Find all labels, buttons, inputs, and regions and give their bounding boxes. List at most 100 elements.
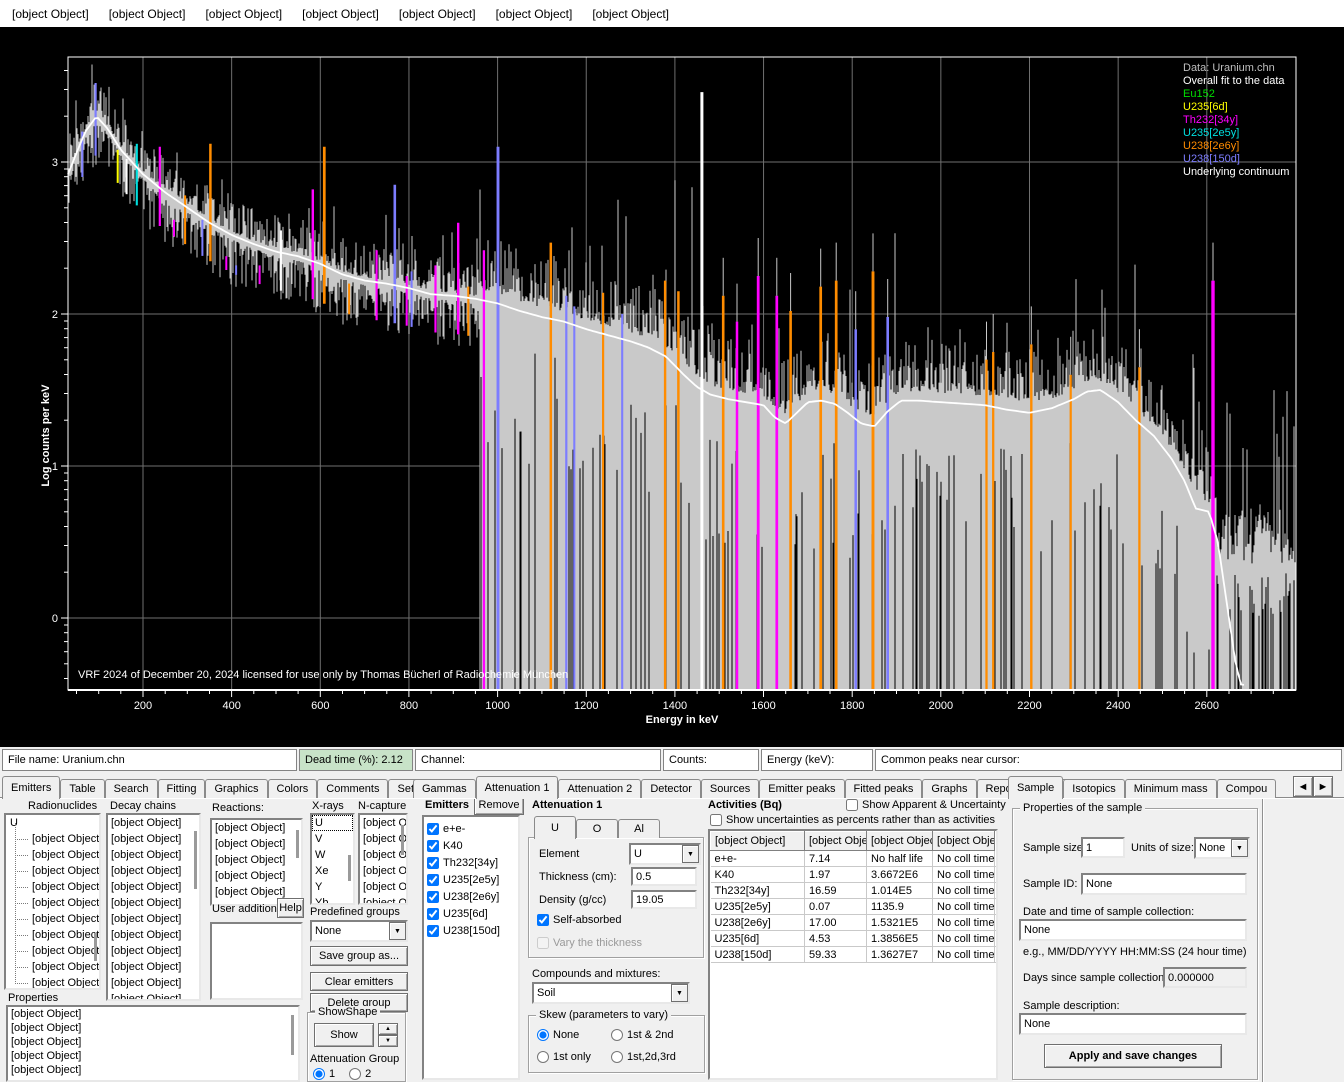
reactions-list[interactable]: [object Object][object Object][object Ob… — [210, 818, 303, 906]
show-apparent-checkbox[interactable]: Show Apparent & Uncertainty — [846, 799, 1006, 811]
tab[interactable]: Search — [105, 779, 158, 798]
column-header[interactable]: [object Object] — [711, 832, 805, 851]
list-item[interactable]: Yb — [312, 895, 353, 905]
scrollbar-thumb[interactable] — [194, 831, 197, 889]
ncapture-list[interactable]: [object Object][object Object][object Ob… — [358, 813, 408, 905]
tab[interactable]: Compou — [1217, 779, 1277, 798]
thickness-input[interactable] — [631, 867, 697, 886]
apply-save-button[interactable]: Apply and save changes — [1044, 1044, 1222, 1068]
scrollbar-thumb[interactable] — [401, 825, 404, 855]
spin-up-button[interactable]: ▲ — [378, 1023, 398, 1035]
emitter-checkbox-item[interactable]: U235[2e5y] — [424, 871, 518, 888]
menu-item[interactable]: [object Object] — [389, 2, 486, 26]
tab[interactable]: Detector — [641, 779, 701, 798]
help-button[interactable]: Help — [277, 898, 304, 918]
list-item[interactable]: [object Object] — [212, 836, 301, 852]
list-item[interactable]: W — [312, 847, 353, 863]
checkbox-icon[interactable] — [427, 891, 439, 903]
compounds-select[interactable]: Soil ▼ — [532, 982, 690, 1004]
emitter-checkbox-item[interactable]: K40 — [424, 837, 518, 854]
menu-item[interactable]: [object Object] — [2, 2, 99, 26]
collection-date-input[interactable] — [1019, 919, 1247, 941]
table-row[interactable]: U235[6d] 4.53 1.3856E5 No coll time — [711, 931, 997, 947]
radio-icon[interactable] — [349, 1068, 361, 1080]
menu-item[interactable]: [object Object] — [292, 2, 389, 26]
tab[interactable]: U — [534, 816, 576, 839]
tab[interactable]: Table — [60, 779, 104, 798]
menu-item[interactable]: [object Object] — [486, 2, 583, 26]
menu-item[interactable]: [object Object] — [99, 2, 196, 26]
checkbox-icon[interactable] — [710, 814, 722, 826]
list-item[interactable]: [object Object] — [108, 847, 199, 863]
clear-emitters-button[interactable]: Clear emitters — [310, 972, 408, 991]
radio-icon[interactable] — [313, 1068, 325, 1080]
tab[interactable]: Comments — [317, 779, 388, 798]
list-item[interactable]: Xe — [312, 863, 353, 879]
table-row[interactable]: e+e- 7.14 No half life No coll time — [711, 851, 997, 867]
emitter-checkbox-item[interactable]: e+e- — [424, 820, 518, 837]
column-header[interactable]: [object Object] — [867, 832, 933, 851]
list-item[interactable]: [object Object] — [108, 815, 199, 831]
list-item[interactable]: [object Object] — [108, 863, 199, 879]
tab[interactable]: Sources — [701, 779, 759, 798]
skew-radio[interactable]: None — [537, 1029, 579, 1041]
user-additions-list[interactable] — [210, 922, 303, 1000]
checkbox-icon[interactable] — [427, 874, 439, 886]
chevron-down-icon[interactable]: ▼ — [389, 922, 406, 940]
tab[interactable]: Graphs — [922, 779, 976, 798]
list-item[interactable]: [object Object] — [360, 847, 406, 863]
radio-icon[interactable] — [611, 1051, 623, 1063]
checkbox-icon[interactable] — [846, 799, 858, 811]
tab-scroll-right-button[interactable]: ► — [1313, 776, 1333, 797]
element-select[interactable]: U ▼ — [629, 843, 701, 865]
column-header[interactable]: [object Object] — [933, 832, 995, 851]
checkbox-icon[interactable] — [427, 857, 439, 869]
sample-size-input[interactable] — [1081, 837, 1125, 858]
tab[interactable]: Isotopics — [1063, 779, 1124, 798]
list-item[interactable]: [object Object] — [108, 975, 199, 991]
tree-item[interactable]: [object Object] — [6, 975, 99, 990]
radio-icon[interactable] — [537, 1051, 549, 1063]
table-row[interactable]: Th232[34y] 16.59 1.014E5 No coll time — [711, 883, 997, 899]
tab[interactable]: Fitting — [158, 779, 206, 798]
skew-radio[interactable]: 1st,2d,3rd — [611, 1051, 676, 1063]
activities-table-box[interactable]: [object Object][object Object][object Ob… — [708, 829, 998, 1080]
tab[interactable]: Attenuation 2 — [558, 779, 641, 798]
emitter-checkbox-item[interactable]: Th232[34y] — [424, 854, 518, 871]
list-item[interactable]: [object Object] — [108, 927, 199, 943]
tab[interactable]: Emitter peaks — [759, 779, 844, 798]
list-item[interactable]: U — [312, 815, 353, 831]
density-input[interactable] — [631, 890, 697, 909]
scrollbar-thumb[interactable] — [348, 855, 351, 881]
emitter-checkbox-item[interactable]: U238[150d] — [424, 922, 518, 939]
menu-item[interactable]: [object Object] — [582, 2, 679, 26]
tab[interactable]: Graphics — [205, 779, 267, 798]
xrays-list[interactable]: UVWXeYYb — [310, 813, 355, 905]
list-item[interactable]: [object Object] — [108, 959, 199, 975]
sample-id-input[interactable] — [1081, 873, 1247, 895]
sample-description-input[interactable] — [1019, 1013, 1247, 1035]
spin-down-button[interactable]: ▼ — [378, 1035, 398, 1047]
table-row[interactable]: U238[2e6y] 17.00 1.5321E5 No coll time — [711, 915, 997, 931]
chevron-down-icon[interactable]: ▼ — [1231, 839, 1248, 857]
chevron-down-icon[interactable]: ▼ — [671, 984, 688, 1002]
list-item[interactable]: [object Object] — [108, 991, 199, 1001]
list-item[interactable]: [object Object] — [108, 911, 199, 927]
checkbox-icon[interactable] — [427, 823, 439, 835]
tab[interactable]: Colors — [268, 779, 318, 798]
list-item[interactable]: Y — [312, 879, 353, 895]
radionuclides-list[interactable]: U [object Object][object Object][object … — [4, 813, 101, 990]
column-header[interactable]: [object Object] — [805, 832, 867, 851]
radio-icon[interactable] — [611, 1029, 623, 1041]
spectrum-plot[interactable]: 2004006008001000120014001600180020002200… — [0, 27, 1344, 747]
list-item[interactable]: [object Object] — [360, 863, 406, 879]
decay-chains-list[interactable]: [object Object][object Object][object Ob… — [106, 813, 201, 1001]
chevron-down-icon[interactable]: ▼ — [682, 845, 699, 863]
emitter-checkbox-item[interactable]: U235[6d] — [424, 905, 518, 922]
emitter-checkbox-item[interactable]: U238[2e6y] — [424, 888, 518, 905]
checkbox-icon[interactable] — [427, 840, 439, 852]
checkbox-icon[interactable] — [427, 908, 439, 920]
list-item[interactable]: [object Object] — [108, 879, 199, 895]
menu-item[interactable]: [object Object] — [195, 2, 292, 26]
list-item[interactable]: [object Object] — [212, 852, 301, 868]
